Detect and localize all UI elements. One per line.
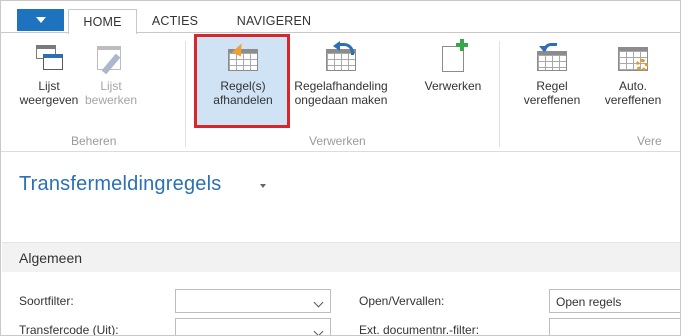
ext-documentnr-label: Ext. documentnr.-filter: bbox=[359, 323, 480, 336]
verwerken-button[interactable]: Verwerken bbox=[413, 39, 493, 131]
ribbon-tabstrip: HOME ACTIES NAVIGEREN bbox=[1, 1, 680, 34]
fasttab-algemeen[interactable]: Algemeen bbox=[2, 242, 680, 272]
regel-vereffenen-label-1: Regel bbox=[536, 79, 568, 93]
lijst-weergeven-label-1: Lijst bbox=[38, 79, 60, 93]
list-view-icon bbox=[32, 43, 66, 73]
undo-handle-icon bbox=[324, 41, 358, 73]
auto-vereffenen-label-1: Auto. bbox=[618, 79, 648, 93]
regelafhandeling-label-1: Regelafhandeling bbox=[294, 79, 388, 93]
soortfilter-select[interactable] bbox=[175, 289, 331, 313]
lijst-weergeven-button[interactable]: Lijst weergeven bbox=[19, 39, 79, 131]
regelafhandeling-ongedaan-button[interactable]: Regelafhandeling ongedaan maken bbox=[289, 39, 393, 131]
regelafhandeling-label-2: ongedaan maken bbox=[294, 93, 388, 107]
group-verwerken-label: Verwerken bbox=[309, 134, 366, 148]
transfercode-label: Transfercode (Uit): bbox=[19, 323, 119, 336]
title-menu-chevron-icon[interactable] bbox=[260, 184, 266, 188]
regel-vereffenen-button[interactable]: Regel vereffenen bbox=[515, 39, 589, 131]
group-vereffenen-label: Vere bbox=[637, 134, 662, 148]
post-icon bbox=[436, 39, 470, 73]
regels-afhandelen-label-2: afhandelen bbox=[213, 93, 273, 107]
open-vervallen-value: Open regels bbox=[556, 295, 622, 309]
application-menu-button[interactable] bbox=[17, 9, 64, 31]
app-window: HOME ACTIES NAVIGEREN Lijst weergeven Lij… bbox=[0, 0, 681, 336]
lijst-bewerken-label-2: bewerken bbox=[84, 93, 138, 107]
chevron-down-icon bbox=[36, 17, 46, 23]
regels-afhandelen-button[interactable]: Regel(s) afhandelen bbox=[201, 39, 285, 131]
soortfilter-label: Soortfilter: bbox=[19, 294, 74, 308]
group-separator bbox=[185, 41, 186, 147]
regel-vereffenen-label-2: vereffenen bbox=[523, 93, 581, 107]
page-title: Transfermeldingregels bbox=[19, 173, 222, 195]
chevron-down-icon bbox=[313, 297, 324, 308]
chevron-down-icon bbox=[313, 326, 324, 335]
fasttab-title: Algemeen bbox=[19, 250, 83, 266]
ext-documentnr-input[interactable] bbox=[549, 318, 680, 335]
lijst-bewerken-label-1: Lijst bbox=[100, 79, 122, 93]
group-beheren-label: Beheren bbox=[71, 134, 117, 148]
verwerken-label: Verwerken bbox=[424, 79, 482, 93]
transfercode-select[interactable] bbox=[175, 318, 331, 335]
open-vervallen-label: Open/Vervallen: bbox=[359, 294, 445, 308]
ribbon: Lijst weergeven Lijst bewerken Beheren Reg… bbox=[1, 32, 680, 152]
open-vervallen-select[interactable]: Open regels bbox=[549, 289, 680, 313]
apply-entries-icon bbox=[535, 43, 569, 73]
regels-afhandelen-label-1: Regel(s) bbox=[220, 79, 266, 93]
auto-vereffenen-button[interactable]: Auto. vereffenen bbox=[597, 39, 669, 131]
lijst-bewerken-button[interactable]: Lijst bewerken bbox=[82, 39, 140, 131]
auto-apply-icon bbox=[616, 43, 650, 73]
handle-lines-icon bbox=[226, 41, 260, 73]
list-edit-icon bbox=[94, 43, 128, 75]
group-separator bbox=[499, 41, 500, 147]
lijst-weergeven-label-2: weergeven bbox=[19, 93, 79, 107]
auto-vereffenen-label-2: vereffenen bbox=[604, 93, 662, 107]
tab-acties[interactable]: ACTIES bbox=[142, 9, 208, 33]
tab-navigeren[interactable]: NAVIGEREN bbox=[223, 9, 325, 33]
tab-home[interactable]: HOME bbox=[68, 9, 137, 34]
